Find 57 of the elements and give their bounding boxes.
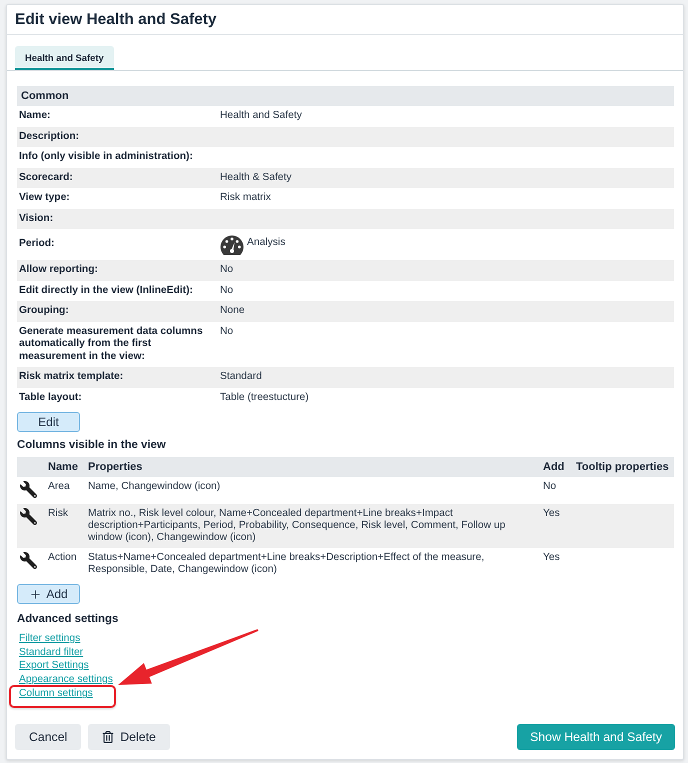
- field-label: Allow reporting:: [18, 263, 99, 277]
- table-cell-text: Area: [47, 480, 71, 494]
- column-header: Name: [47, 461, 79, 473]
- table-cell-text: Action: [47, 551, 78, 565]
- show-button[interactable]: Show Health and Safety: [517, 724, 675, 750]
- cancel-button[interactable]: Cancel: [15, 724, 82, 750]
- field-label: Description:: [18, 130, 80, 144]
- table-header: Common: [17, 86, 674, 106]
- field-value: Risk matrix: [220, 191, 272, 205]
- wrench-icon[interactable]: [20, 552, 37, 569]
- delete-button[interactable]: Delete: [88, 724, 170, 750]
- field-label: View type:: [18, 191, 71, 205]
- section-title: Advanced settings: [17, 612, 120, 626]
- table-cell-text: No: [542, 480, 558, 494]
- field-value: Table (treestucture): [220, 390, 310, 404]
- field-value: None: [220, 304, 246, 318]
- trash-icon: [102, 731, 114, 743]
- edit-button[interactable]: Edit: [17, 412, 80, 432]
- field-label: Risk matrix template:: [18, 370, 124, 384]
- field-value: No: [220, 324, 234, 338]
- plus-icon: [29, 588, 42, 600]
- table-cell-text: Risk: [47, 507, 70, 521]
- text-link[interactable]: Standard filter: [17, 646, 84, 660]
- table-cell-text: Yes: [542, 507, 561, 521]
- text-link[interactable]: Export Settings: [17, 659, 89, 673]
- field-label: Generate measurement data columns automatically from the first measurement in the view:: [18, 324, 204, 364]
- field-label: Table layout:: [18, 390, 83, 404]
- column-header: Tooltip properties: [575, 461, 670, 473]
- field-value: Standard: [220, 370, 263, 384]
- gauge-icon: [220, 234, 244, 256]
- field-value: Health & Safety: [220, 170, 293, 184]
- column-header: Add: [542, 461, 566, 473]
- text-link[interactable]: Appearance settings: [17, 672, 113, 686]
- tab[interactable]: Health and Safety: [15, 46, 114, 70]
- table-cell-text: Status+Name+Concealed department+Line breaks+Description+Effect of the measure, Responsible, Date, Changewindow (icon): [87, 551, 486, 577]
- table-cell-text: Name, Changewindow (icon): [87, 480, 222, 494]
- text-link[interactable]: Filter settings: [17, 632, 80, 646]
- text-link[interactable]: Column settings: [17, 687, 93, 701]
- field-label: Edit directly in the view (InlineEdit):: [18, 284, 194, 298]
- field-label: Vision:: [18, 212, 54, 226]
- field-label: Scorecard:: [18, 170, 74, 184]
- dialog-title: Edit view Health and Safety: [15, 10, 217, 28]
- field-value: No: [220, 284, 234, 298]
- add-button[interactable]: Add: [17, 584, 80, 604]
- column-header: Properties: [87, 461, 144, 473]
- wrench-icon[interactable]: [20, 508, 37, 525]
- field-label: Period:: [18, 237, 56, 252]
- field-value: Analysis: [247, 236, 286, 250]
- field-label: Info (only visible in administration):: [18, 150, 194, 164]
- section-title: Columns visible in the view: [17, 438, 167, 452]
- field-value: Health and Safety: [220, 109, 303, 123]
- field-label: Grouping:: [18, 304, 70, 318]
- table-cell-text: Matrix no., Risk level colour, Name+Concealed department+Line breaks+Impact description+Participants, Period, Probability, Consequence, Risk level, Comment, Follow up window (icon), Changewindow (icon): [87, 507, 506, 545]
- field-value: No: [220, 263, 234, 277]
- wrench-icon[interactable]: [20, 481, 37, 498]
- field-label: Name:: [18, 109, 52, 123]
- table-cell-text: Yes: [542, 551, 561, 565]
